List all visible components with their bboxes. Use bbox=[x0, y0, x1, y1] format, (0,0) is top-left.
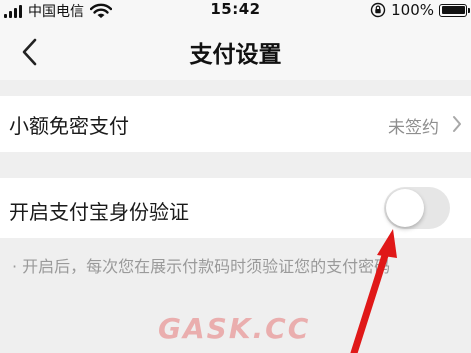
chevron-right-icon bbox=[453, 116, 461, 132]
alipay-verification-toggle[interactable] bbox=[384, 187, 450, 229]
battery-level bbox=[441, 6, 465, 14]
alipay-verification-label: 开启支付宝身份验证 bbox=[9, 200, 189, 224]
payment-settings-screen: 中国电信 15:42 100% 支付设置 小额免密支付 未签约 开启支付宝身份验… bbox=[0, 0, 471, 353]
verification-note: · 开启后，每次您在展示付款码时须验证您的支付密码 bbox=[12, 257, 391, 276]
rotation-lock-icon bbox=[370, 2, 386, 18]
watermark: GASK.CC bbox=[158, 312, 311, 345]
page-title: 支付设置 bbox=[189, 42, 282, 68]
status-right: 100% bbox=[370, 1, 470, 19]
small-amount-pay-status: 未签约 bbox=[388, 118, 439, 138]
navigation-bar: 支付设置 bbox=[0, 22, 471, 80]
battery-percent: 100% bbox=[391, 1, 434, 19]
status-bar: 中国电信 15:42 100% bbox=[0, 0, 471, 22]
toggle-knob bbox=[386, 189, 424, 227]
battery-icon bbox=[439, 3, 470, 17]
small-amount-pay-row[interactable]: 小额免密支付 未签约 bbox=[0, 96, 471, 152]
small-amount-pay-label: 小额免密支付 bbox=[9, 114, 129, 138]
